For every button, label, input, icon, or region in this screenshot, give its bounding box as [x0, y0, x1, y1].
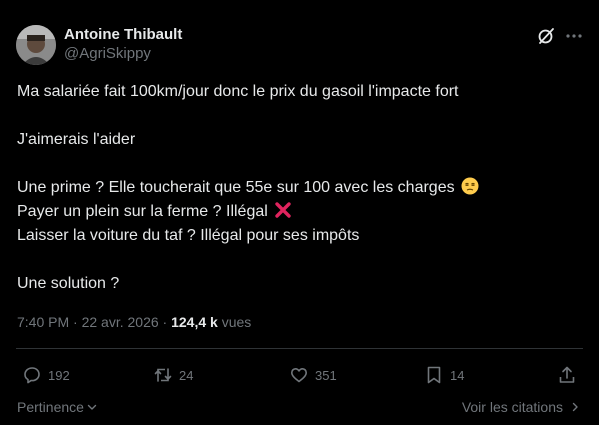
like-button[interactable]: 351 — [289, 364, 337, 386]
heart-icon — [291, 368, 307, 383]
bookmark-icon — [427, 366, 441, 384]
meta-separator: · — [158, 314, 172, 330]
repost-icon — [154, 368, 172, 382]
divider — [16, 348, 583, 349]
tweet-line-with-emoji: Une prime ? Elle toucherait que 55e sur … — [17, 176, 582, 200]
share-icon — [559, 366, 575, 383]
tweet-line-with-emoji: Payer un plein sur la ferme ? Illégal — [17, 200, 582, 224]
tweet-line: Ma salariée fait 100km/jour donc le prix… — [17, 83, 459, 100]
tweet-line: Une solution ? — [17, 275, 120, 292]
tweet-meta: 7:40 PM · 22 avr. 2026 · 124,4 k vues — [17, 313, 251, 331]
more-icon[interactable] — [563, 26, 585, 46]
tweet-line-text: Une prime ? Elle toucherait que 55e sur … — [17, 179, 455, 196]
avatar-image — [16, 25, 56, 65]
repost-count: 24 — [179, 367, 194, 383]
reply-button[interactable]: 192 — [22, 364, 70, 386]
grok-icon[interactable] — [536, 26, 556, 46]
tweet-line: Laisser la voiture du taf ? Illégal pour… — [17, 227, 360, 244]
author-name[interactable]: Antoine Thibault — [64, 26, 182, 44]
tweet-text: Ma salariée fait 100km/jour donc le prix… — [17, 80, 582, 296]
unamused-face-icon — [461, 177, 479, 195]
reply-icon — [24, 367, 40, 384]
tweet-line-text: Payer un plein sur la ferme ? Illégal — [17, 203, 268, 220]
like-count: 351 — [315, 367, 337, 383]
meta-separator: · — [69, 314, 82, 330]
chevron-right-icon — [572, 402, 578, 412]
repost-button[interactable]: 24 — [153, 364, 193, 386]
avatar[interactable] — [16, 25, 56, 65]
views-label: vues — [217, 314, 252, 330]
bookmark-button[interactable]: 14 — [424, 364, 464, 386]
tweet-card: Antoine Thibault @AgriSkippy Ma salariée… — [0, 0, 599, 425]
views-count: 124,4 k — [171, 314, 218, 330]
chevron-down-icon — [87, 404, 97, 410]
tweet-time[interactable]: 7:40 PM — [17, 314, 69, 330]
view-quotes-label: Voir les citations — [461, 399, 563, 415]
view-quotes-link[interactable]: Voir les citations — [462, 399, 581, 415]
tweet-date[interactable]: 22 avr. 2026 — [82, 314, 159, 330]
share-button[interactable] — [557, 364, 577, 386]
tweet-line: J'aimerais l'aider — [17, 131, 136, 148]
author-handle[interactable]: @AgriSkippy — [64, 45, 151, 63]
cross-mark-icon — [275, 202, 291, 218]
relevance-dropdown[interactable]: Pertinence — [17, 399, 98, 415]
relevance-label: Pertinence — [17, 399, 84, 415]
reply-count: 192 — [48, 367, 70, 383]
bookmark-count: 14 — [450, 367, 465, 383]
